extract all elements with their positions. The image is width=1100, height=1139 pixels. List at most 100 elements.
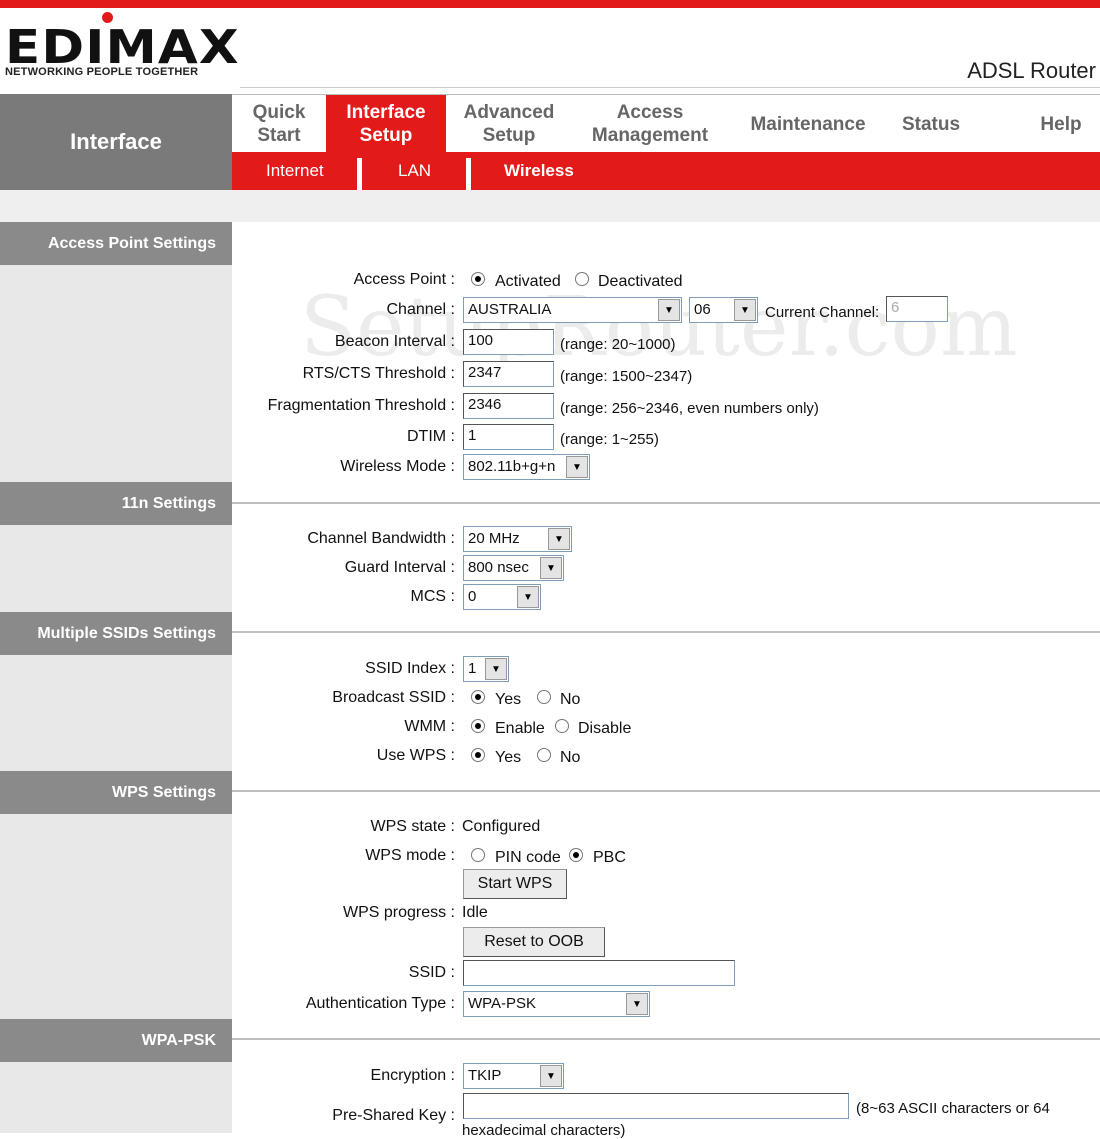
ssid-label: SSID : — [408, 964, 455, 981]
use-wps-yes-radio[interactable] — [471, 748, 485, 762]
encryption-value: TKIP — [468, 1067, 502, 1084]
menu-status[interactable]: Status — [884, 95, 978, 153]
chevron-down-icon: ▼ — [566, 456, 588, 478]
wireless-mode-label: Wireless Mode : — [340, 458, 455, 475]
menu-help[interactable]: Help — [1022, 95, 1100, 153]
encryption-select[interactable]: TKIP ▼ — [463, 1063, 564, 1089]
reset-to-oob-button[interactable]: Reset to OOB — [463, 927, 605, 957]
chevron-down-icon: ▼ — [517, 586, 539, 608]
chevron-down-icon: ▼ — [658, 299, 680, 321]
broadcast-ssid-no-radio[interactable] — [537, 690, 551, 704]
channel-number-select[interactable]: 06 ▼ — [689, 297, 758, 323]
menu-access-management[interactable]: Access Management — [572, 95, 728, 153]
authentication-type-label: Authentication Type : — [305, 995, 455, 1012]
main-menu: Quick Start Interface Setup Advanced Set… — [232, 94, 1100, 153]
beacon-interval-input[interactable]: 100 — [463, 329, 554, 355]
broadcast-ssid-yes-radio[interactable] — [471, 690, 485, 704]
watermark: SetupRouter.com — [300, 280, 1018, 375]
authentication-type-select[interactable]: WPA-PSK ▼ — [463, 991, 650, 1017]
start-wps-button[interactable]: Start WPS — [463, 869, 567, 899]
menu-quick-start[interactable]: Quick Start — [232, 95, 326, 153]
wireless-mode-select[interactable]: 802.11b+g+n ▼ — [463, 454, 590, 480]
wireless-mode-value: 802.11b+g+n — [468, 458, 556, 475]
access-point-deactivated-radio[interactable] — [575, 272, 589, 286]
dtim-range: (range: 1~255) — [560, 431, 659, 448]
wmm-disable-radio[interactable] — [555, 719, 569, 733]
chevron-down-icon: ▼ — [485, 658, 507, 680]
submenu-separator — [357, 158, 362, 190]
wps-mode-pbc-label: PBC — [593, 849, 626, 866]
access-point-deactivated-label: Deactivated — [598, 273, 683, 290]
brand-tagline: NETWORKING PEOPLE TOGETHER — [5, 66, 199, 78]
pre-shared-key-hint: (8~63 ASCII characters or 64 — [856, 1100, 1050, 1117]
submenu-separator — [466, 158, 471, 190]
section-multiple-ssids: Multiple SSIDs Settings — [0, 612, 232, 655]
guard-interval-select[interactable]: 800 nsec ▼ — [463, 555, 564, 581]
product-name: ADSL Router — [967, 58, 1096, 83]
broadcast-ssid-yes-label: Yes — [495, 691, 522, 708]
mcs-label: MCS : — [410, 588, 455, 605]
section-divider — [232, 790, 1100, 792]
beacon-interval-range: (range: 20~1000) — [560, 336, 676, 353]
ssid-input[interactable] — [463, 960, 735, 986]
guard-interval-value: 800 nsec — [468, 559, 529, 576]
rts-threshold-range: (range: 1500~2347) — [560, 368, 693, 385]
wmm-enable-radio[interactable] — [471, 719, 485, 733]
section-divider — [232, 1038, 1100, 1040]
access-point-activated-label: Activated — [495, 273, 561, 290]
section-title: Interface — [0, 94, 232, 190]
dtim-input[interactable]: 1 — [463, 424, 554, 450]
fragmentation-threshold-range: (range: 256~2346, even numbers only) — [560, 400, 819, 417]
channel-region-select[interactable]: AUSTRALIA ▼ — [463, 297, 682, 323]
dtim-label: DTIM : — [407, 428, 455, 445]
authentication-type-value: WPA-PSK — [468, 995, 537, 1012]
section-divider — [232, 502, 1100, 504]
wps-mode-pbc-radio[interactable] — [569, 848, 583, 862]
brand-name: EDIMAX — [5, 20, 240, 74]
menu-advanced-setup[interactable]: Advanced Setup — [446, 95, 572, 153]
use-wps-no-radio[interactable] — [537, 748, 551, 762]
chevron-down-icon: ▼ — [734, 299, 756, 321]
use-wps-label: Use WPS : — [376, 747, 455, 764]
use-wps-yes-label: Yes — [495, 749, 522, 766]
mcs-select[interactable]: 0 ▼ — [463, 584, 541, 610]
left-sidebar — [0, 222, 232, 1133]
channel-bandwidth-select[interactable]: 20 MHz ▼ — [463, 526, 572, 552]
wps-progress-value: Idle — [462, 904, 488, 921]
pre-shared-key-hint-continued: hexadecimal characters) — [462, 1122, 626, 1139]
section-divider — [232, 631, 1100, 633]
logo-dot — [102, 12, 113, 23]
chevron-down-icon: ▼ — [540, 1065, 562, 1087]
pre-shared-key-input[interactable] — [463, 1093, 849, 1119]
wps-state-label: WPS state : — [370, 818, 455, 835]
rts-threshold-label: RTS/CTS Threshold : — [302, 365, 455, 382]
menu-interface-setup[interactable]: Interface Setup — [326, 95, 446, 153]
header-divider — [240, 87, 1100, 88]
wmm-label: WMM : — [404, 718, 455, 735]
wps-mode-pin-label: PIN code — [495, 849, 561, 866]
broadcast-ssid-no-label: No — [560, 691, 581, 708]
wps-mode-pin-radio[interactable] — [471, 848, 485, 862]
channel-label: Channel : — [386, 301, 456, 318]
submenu-wireless[interactable]: Wireless — [504, 152, 574, 190]
submenu-lan[interactable]: LAN — [398, 152, 431, 190]
pre-shared-key-label: Pre-Shared Key : — [332, 1107, 455, 1124]
channel-number-value: 06 — [694, 301, 711, 318]
chevron-down-icon: ▼ — [548, 528, 570, 550]
section-access-point: Access Point Settings — [0, 222, 232, 265]
guard-interval-label: Guard Interval : — [344, 559, 455, 576]
wmm-enable-label: Enable — [495, 720, 545, 737]
chevron-down-icon: ▼ — [626, 993, 648, 1015]
fragmentation-threshold-input[interactable]: 2346 — [463, 393, 554, 419]
channel-bandwidth-value: 20 MHz — [468, 530, 520, 547]
wmm-disable-label: Disable — [578, 720, 632, 737]
ssid-index-select[interactable]: 1 ▼ — [463, 656, 509, 682]
encryption-label: Encryption : — [370, 1067, 455, 1084]
rts-threshold-input[interactable]: 2347 — [463, 361, 554, 387]
beacon-interval-label: Beacon Interval : — [334, 333, 455, 350]
access-point-activated-radio[interactable] — [471, 272, 485, 286]
top-red-bar — [0, 0, 1100, 8]
menu-maintenance[interactable]: Maintenance — [732, 95, 884, 153]
channel-region-value: AUSTRALIA — [468, 301, 552, 318]
submenu-internet[interactable]: Internet — [266, 152, 324, 190]
